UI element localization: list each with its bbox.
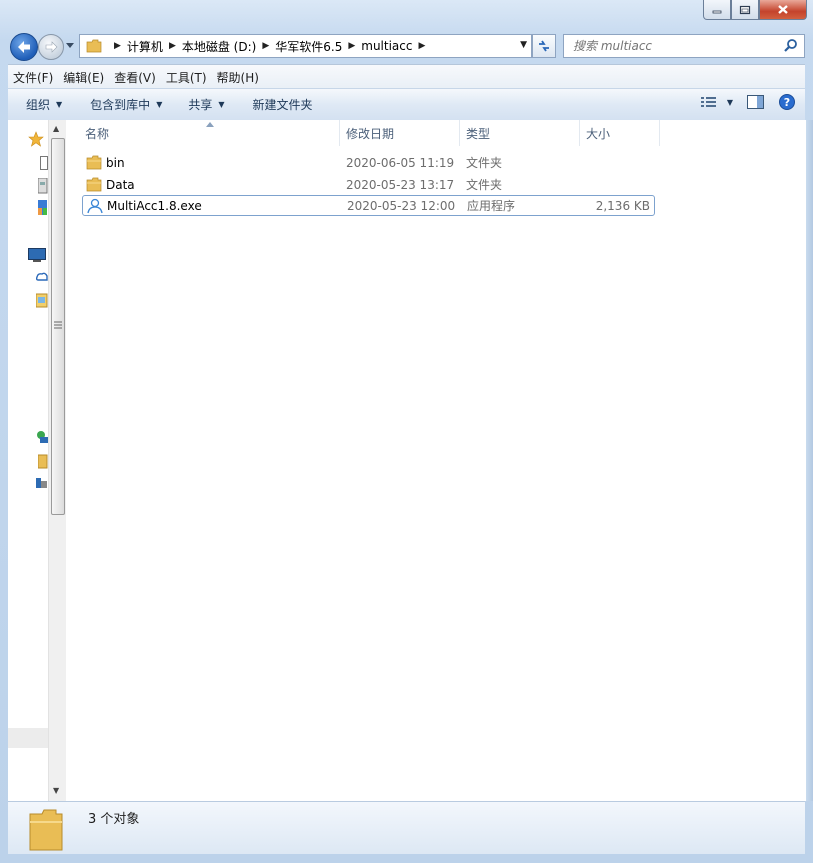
- menu-edit[interactable]: 编辑(E): [58, 69, 109, 86]
- recent-places-icon[interactable]: [38, 200, 48, 216]
- preview-pane-icon: [747, 94, 764, 109]
- include-library-label: 包含到库中: [90, 98, 151, 112]
- maximize-button[interactable]: [731, 0, 759, 20]
- organize-label: 组织: [26, 98, 51, 112]
- file-date: 2020-06-05 11:19: [346, 155, 455, 170]
- file-date: 2020-05-23 13:17: [346, 177, 455, 192]
- address-bar[interactable]: ▶ 计算机 ▶ 本地磁盘 (D:) ▶ 华军软件6.5 ▶ multiacc ▶…: [79, 34, 532, 58]
- scrollbar-thumb[interactable]: [51, 138, 65, 515]
- downloads-icon[interactable]: [38, 178, 48, 194]
- preview-pane-button[interactable]: [747, 94, 765, 110]
- breadcrumb-separator-icon[interactable]: ▶: [262, 41, 269, 51]
- scroll-up-icon[interactable]: ▲: [53, 124, 59, 133]
- folder-icon: [86, 177, 102, 192]
- minimize-button[interactable]: [703, 0, 731, 20]
- folder-icon: [29, 809, 63, 851]
- scroll-down-icon[interactable]: ▼: [53, 786, 59, 795]
- details-view-icon: [700, 97, 716, 107]
- folder-icon: [86, 39, 102, 53]
- menu-help[interactable]: 帮助(H): [212, 69, 264, 86]
- control-panel-icon[interactable]: [36, 476, 48, 490]
- breadcrumb-item[interactable]: 本地磁盘 (D:): [182, 38, 256, 55]
- library-icon[interactable]: [36, 292, 48, 308]
- change-view-button[interactable]: ▼: [700, 96, 733, 108]
- breadcrumb-item[interactable]: 华军软件6.5: [275, 38, 342, 55]
- recent-pages-dropdown[interactable]: [66, 42, 76, 52]
- arrow-left-icon: [18, 41, 30, 53]
- share-button[interactable]: 共享 ▼: [178, 96, 234, 113]
- share-label: 共享: [188, 98, 213, 112]
- breadcrumb-separator-icon[interactable]: ▶: [169, 41, 176, 51]
- new-folder-label: 新建文件夹: [252, 98, 313, 112]
- column-header-name[interactable]: 名称: [79, 120, 340, 146]
- maximize-icon: [739, 5, 751, 14]
- breadcrumb-item[interactable]: 计算机: [127, 38, 163, 55]
- new-folder-button[interactable]: 新建文件夹: [243, 96, 323, 113]
- refresh-icon: [539, 40, 549, 52]
- search-box[interactable]: [563, 34, 805, 58]
- folder-icon[interactable]: [38, 453, 48, 469]
- breadcrumb-separator-icon[interactable]: ▶: [348, 41, 355, 51]
- breadcrumb-separator-icon[interactable]: ▶: [418, 41, 425, 51]
- address-dropdown-icon[interactable]: ▼: [520, 40, 527, 50]
- menu-tools[interactable]: 工具(T): [161, 69, 212, 86]
- help-button[interactable]: ?: [779, 94, 795, 110]
- item-count: 3 个对象: [88, 812, 140, 827]
- refresh-button[interactable]: [532, 34, 556, 58]
- file-type: 文件夹: [466, 178, 503, 192]
- breadcrumb: ▶ 计算机 ▶ 本地磁盘 (D:) ▶ 华军软件6.5 ▶ multiacc ▶: [108, 35, 431, 57]
- menu-view[interactable]: 查看(V): [109, 69, 161, 86]
- computer-icon[interactable]: [28, 248, 46, 262]
- help-icon: ?: [779, 94, 795, 110]
- navigation-pane-footer: [8, 728, 48, 748]
- file-list: 名称 修改日期 类型 大小 bin 2020-06-05 11:19 文件夹 D…: [66, 120, 806, 801]
- file-name: Data: [106, 177, 135, 192]
- arrow-right-icon: [45, 41, 58, 53]
- file-row-bin[interactable]: bin 2020-06-05 11:19 文件夹: [82, 152, 655, 173]
- user-app-icon: [87, 198, 103, 214]
- column-header-size[interactable]: 大小: [580, 120, 660, 146]
- search-input[interactable]: [571, 38, 785, 54]
- file-name: MultiAcc1.8.exe: [107, 198, 202, 213]
- organize-button[interactable]: 组织 ▼: [8, 96, 72, 113]
- svg-text:?: ?: [784, 96, 790, 109]
- file-date: 2020-05-23 12:00: [347, 198, 456, 213]
- navigation-scrollbar[interactable]: ▲ ▼: [48, 120, 66, 801]
- folder-icon: [86, 155, 102, 170]
- breadcrumb-separator-icon[interactable]: ▶: [114, 41, 121, 51]
- favorites-star-icon[interactable]: [28, 131, 44, 147]
- file-row-multiacc-exe[interactable]: MultiAcc1.8.exe 2020-05-23 12:00 应用程序 2,…: [82, 195, 655, 216]
- chevron-down-icon: ▼: [156, 100, 163, 109]
- search-icon[interactable]: [784, 38, 798, 52]
- window-right-border: [806, 120, 813, 801]
- caption-buttons: [703, 0, 807, 20]
- chevron-down-icon: ▼: [56, 100, 63, 109]
- column-header-type[interactable]: 类型: [460, 120, 580, 146]
- back-button[interactable]: [10, 33, 38, 61]
- file-type: 应用程序: [467, 199, 516, 213]
- command-bar: 组织 ▼ 包含到库中 ▼ 共享 ▼ 新建文件夹 ▼ ?: [8, 88, 805, 121]
- menu-file[interactable]: 文件(F): [8, 69, 58, 86]
- network-icon[interactable]: [36, 430, 48, 444]
- chevron-down-icon: [66, 43, 74, 48]
- file-name: bin: [106, 155, 125, 170]
- column-header-date[interactable]: 修改日期: [340, 120, 460, 146]
- details-pane: 3 个对象: [8, 801, 805, 854]
- file-type: 文件夹: [466, 156, 503, 170]
- chevron-down-icon[interactable]: ▼: [727, 98, 733, 107]
- close-icon: [778, 5, 788, 14]
- include-library-button[interactable]: 包含到库中 ▼: [80, 96, 172, 113]
- desktop-icon[interactable]: [40, 156, 48, 170]
- view-controls: ▼ ?: [687, 94, 795, 110]
- chevron-down-icon: ▼: [218, 100, 225, 109]
- menu-bar: 文件(F) 编辑(E) 查看(V) 工具(T) 帮助(H): [8, 64, 805, 89]
- minimize-icon: [712, 10, 722, 13]
- grip-icon: [54, 321, 62, 329]
- file-row-data[interactable]: Data 2020-05-23 13:17 文件夹: [82, 174, 655, 195]
- file-size: 2,136 KB: [595, 198, 650, 213]
- cloud-icon[interactable]: [36, 270, 48, 284]
- forward-button[interactable]: [38, 34, 64, 60]
- close-button[interactable]: [759, 0, 807, 20]
- breadcrumb-item[interactable]: multiacc: [361, 39, 412, 53]
